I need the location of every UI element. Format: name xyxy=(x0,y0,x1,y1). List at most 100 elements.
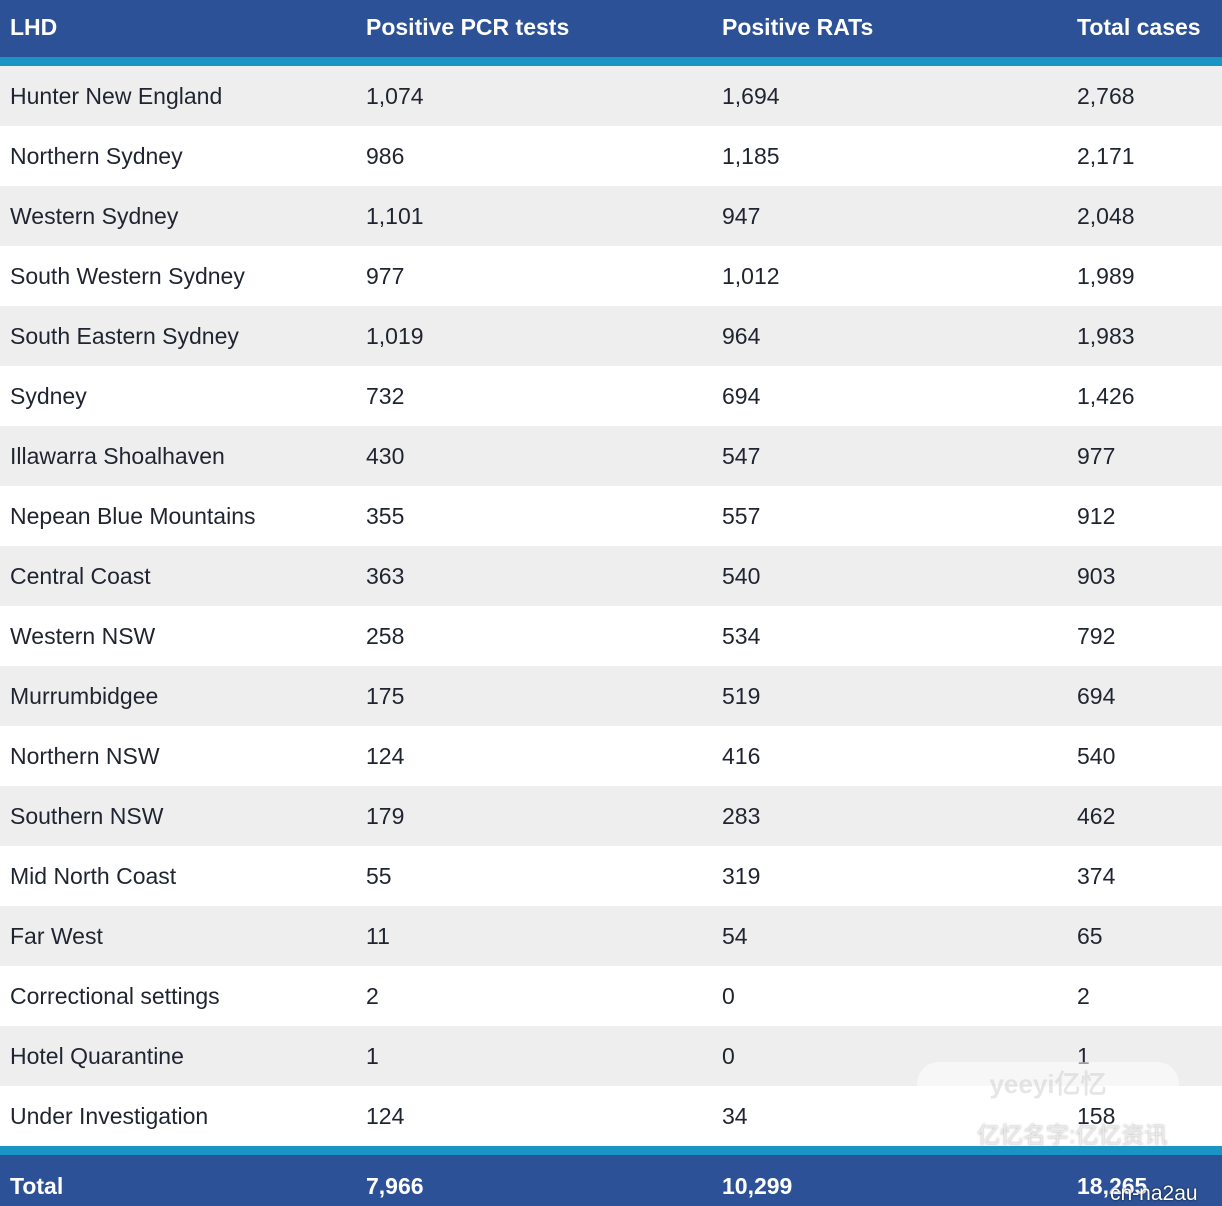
cell-total: 65 xyxy=(1077,923,1103,949)
cell-total: 977 xyxy=(1077,443,1116,469)
table-row: Northern NSW 124 416 540 xyxy=(0,726,1222,786)
cell-total: 694 xyxy=(1077,683,1116,709)
cell-pcr: 1,074 xyxy=(366,83,424,109)
table-row: South Western Sydney 977 1,012 1,989 xyxy=(0,246,1222,306)
yeeyi-watermark-logo: yeeyi亿忆 xyxy=(917,1062,1179,1106)
table-row: Southern NSW 179 283 462 xyxy=(0,786,1222,846)
cell-total: 1,989 xyxy=(1077,263,1135,289)
cell-pcr: 2 xyxy=(366,983,379,1009)
header-divider xyxy=(0,57,1222,66)
table-row: Western NSW 258 534 792 xyxy=(0,606,1222,666)
table-row: Sydney 732 694 1,426 xyxy=(0,366,1222,426)
cell-total: 903 xyxy=(1077,563,1116,589)
cell-rats: 547 xyxy=(722,443,761,469)
cell-pcr: 355 xyxy=(366,503,405,529)
cell-lhd: South Eastern Sydney xyxy=(10,323,239,349)
cases-table: LHD Positive PCR tests Positive RATs Tot… xyxy=(0,0,1222,1206)
table-row: Western Sydney 1,101 947 2,048 xyxy=(0,186,1222,246)
cell-rats: 283 xyxy=(722,803,761,829)
cell-lhd: Central Coast xyxy=(10,563,151,589)
header-pcr: Positive PCR tests xyxy=(366,14,570,40)
cell-lhd: Murrumbidgee xyxy=(10,683,159,709)
cell-rats: 964 xyxy=(722,323,761,349)
cell-pcr: 1 xyxy=(366,1043,379,1069)
cell-total: 912 xyxy=(1077,503,1116,529)
total-label: Total xyxy=(10,1173,64,1199)
header-lhd: LHD xyxy=(10,14,58,40)
cell-pcr: 124 xyxy=(366,743,405,769)
cell-lhd: Southern NSW xyxy=(10,803,164,829)
cell-lhd: Northern NSW xyxy=(10,743,160,769)
cell-total: 374 xyxy=(1077,863,1116,889)
cell-lhd: Far West xyxy=(10,923,103,949)
cell-pcr: 124 xyxy=(366,1103,405,1129)
cell-total: 1,983 xyxy=(1077,323,1135,349)
cell-rats: 540 xyxy=(722,563,761,589)
cell-rats: 319 xyxy=(722,863,761,889)
cell-total: 462 xyxy=(1077,803,1116,829)
cell-total: 1,426 xyxy=(1077,383,1135,409)
table-row: Far West 11 54 65 xyxy=(0,906,1222,966)
table-row: Murrumbidgee 175 519 694 xyxy=(0,666,1222,726)
cell-lhd: Western Sydney xyxy=(10,203,179,229)
cell-rats: 557 xyxy=(722,503,761,529)
cell-total: 2,768 xyxy=(1077,83,1135,109)
cell-lhd: South Western Sydney xyxy=(10,263,245,289)
cell-rats: 34 xyxy=(722,1103,748,1129)
cell-rats: 1,012 xyxy=(722,263,780,289)
cell-lhd: Nepean Blue Mountains xyxy=(10,503,256,529)
cell-rats: 1,185 xyxy=(722,143,780,169)
total-rats: 10,299 xyxy=(722,1173,793,1199)
cell-pcr: 977 xyxy=(366,263,405,289)
cell-pcr: 179 xyxy=(366,803,405,829)
total-pcr: 7,966 xyxy=(366,1173,424,1199)
table-row: Mid North Coast 55 319 374 xyxy=(0,846,1222,906)
table-row: Correctional settings 2 0 2 xyxy=(0,966,1222,1026)
cell-lhd: Illawarra Shoalhaven xyxy=(10,443,225,469)
cell-rats: 0 xyxy=(722,983,735,1009)
cell-lhd: Mid North Coast xyxy=(10,863,177,889)
cell-rats: 54 xyxy=(722,923,748,949)
cell-total: 2,171 xyxy=(1077,143,1135,169)
cell-total: 792 xyxy=(1077,623,1116,649)
cell-rats: 519 xyxy=(722,683,761,709)
cell-pcr: 363 xyxy=(366,563,405,589)
table-row: Illawarra Shoalhaven 430 547 977 xyxy=(0,426,1222,486)
cell-pcr: 55 xyxy=(366,863,392,889)
header-rats: Positive RATs xyxy=(722,14,874,40)
cell-lhd: Sydney xyxy=(10,383,87,409)
table-row: South Eastern Sydney 1,019 964 1,983 xyxy=(0,306,1222,366)
table-header: LHD Positive PCR tests Positive RATs Tot… xyxy=(0,0,1222,57)
cell-total: 540 xyxy=(1077,743,1116,769)
cell-pcr: 258 xyxy=(366,623,405,649)
cell-pcr: 1,101 xyxy=(366,203,424,229)
cell-lhd: Northern Sydney xyxy=(10,143,183,169)
table-row: Northern Sydney 986 1,185 2,171 xyxy=(0,126,1222,186)
cell-pcr: 430 xyxy=(366,443,405,469)
table-row: Nepean Blue Mountains 355 557 912 xyxy=(0,486,1222,546)
cell-total: 2,048 xyxy=(1077,203,1135,229)
cell-total: 2 xyxy=(1077,983,1090,1009)
total-row: Total 7,966 10,299 18,265 xyxy=(0,1155,1222,1206)
header-total: Total cases xyxy=(1077,14,1201,40)
cell-rats: 947 xyxy=(722,203,761,229)
cell-lhd: Under Investigation xyxy=(10,1103,209,1129)
cell-rats: 1,694 xyxy=(722,83,780,109)
cell-rats: 694 xyxy=(722,383,761,409)
cell-pcr: 732 xyxy=(366,383,405,409)
table-row: Hunter New England 1,074 1,694 2,768 xyxy=(0,66,1222,126)
site-watermark: 亿忆名字:亿忆资讯 xyxy=(977,1122,1168,1148)
cell-pcr: 1,019 xyxy=(366,323,424,349)
cell-lhd: Correctional settings xyxy=(10,983,220,1009)
cell-lhd: Hotel Quarantine xyxy=(10,1043,184,1069)
cell-rats: 0 xyxy=(722,1043,735,1069)
cell-pcr: 11 xyxy=(366,923,390,949)
cell-rats: 534 xyxy=(722,623,761,649)
cell-rats: 416 xyxy=(722,743,761,769)
cell-lhd: Western NSW xyxy=(10,623,156,649)
cell-pcr: 986 xyxy=(366,143,405,169)
tag-watermark: cn-na2au xyxy=(1110,1182,1198,1205)
cell-lhd: Hunter New England xyxy=(10,83,223,109)
table-row: Central Coast 363 540 903 xyxy=(0,546,1222,606)
cell-pcr: 175 xyxy=(366,683,405,709)
